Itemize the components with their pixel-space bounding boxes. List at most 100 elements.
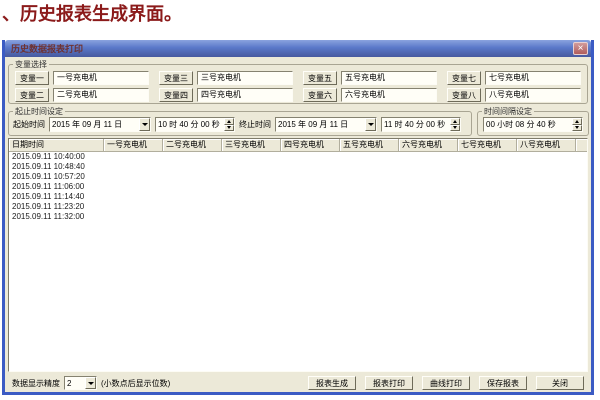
interval-spinner[interactable]: 00 小时 08 分 40 秒 <box>483 117 583 132</box>
report-table: 日期时间 一号充电机 二号充电机 三号充电机 四号充电机 五号充电机 六号充电机… <box>8 138 588 372</box>
spin-down-button[interactable] <box>572 125 582 132</box>
report-table-header: 日期时间 一号充电机 二号充电机 三号充电机 四号充电机 五号充电机 六号充电机… <box>9 139 587 152</box>
end-date-combo[interactable]: 2015 年 09 月 11 日 <box>275 117 377 132</box>
interval-updown <box>572 118 582 131</box>
header-charger-2[interactable]: 二号充电机 <box>163 139 222 151</box>
window-title: 历史数据报表打印 <box>11 42 573 55</box>
dialog-window: 历史数据报表打印 × 变量选择 变量一 一号充电机 变量二 二号充电机 变量三 … <box>2 40 594 395</box>
variable-group-label: 变量选择 <box>13 59 49 70</box>
report-table-body: 2015.09.11 10:40:00 2015.09.11 10:48:40 … <box>9 152 587 222</box>
table-row[interactable]: 2015.09.11 10:40:00 <box>9 152 587 162</box>
header-charger-8[interactable]: 八号充电机 <box>517 139 576 151</box>
spin-down-icon <box>453 126 457 129</box>
table-row[interactable]: 2015.09.11 11:14:40 <box>9 192 587 202</box>
title-bar[interactable]: 历史数据报表打印 × <box>5 40 591 57</box>
variable-pair-4: 变量四 四号充电机 <box>159 88 293 102</box>
table-row[interactable]: 2015.09.11 10:48:40 <box>9 162 587 172</box>
variable-grid: 变量一 一号充电机 变量二 二号充电机 变量三 三号充电机 变量四 四号充电机 … <box>9 70 587 105</box>
variable-5-field[interactable]: 五号充电机 <box>341 71 437 85</box>
variable-7-button[interactable]: 变量七 <box>447 71 481 85</box>
chevron-down-icon <box>88 382 94 385</box>
generate-report-button[interactable]: 报表生成 <box>308 376 356 390</box>
variable-pair-7: 变量七 七号充电机 <box>447 71 581 85</box>
precision-value: 2 <box>65 377 85 389</box>
close-dialog-button[interactable]: 关闭 <box>536 376 584 390</box>
time-range-group: 起止时间设定 起始时间 2015 年 09 月 11 日 10 时 40 分 0… <box>8 106 472 136</box>
variable-selection-group: 变量选择 变量一 一号充电机 变量二 二号充电机 变量三 三号充电机 变量四 四… <box>8 59 588 104</box>
variable-4-button[interactable]: 变量四 <box>159 88 193 102</box>
spin-down-button[interactable] <box>450 125 460 132</box>
spin-up-icon <box>227 120 231 123</box>
interval-group: 时间间隔设定 00 小时 08 分 40 秒 <box>477 106 589 136</box>
table-row[interactable]: 2015.09.11 11:23:20 <box>9 202 587 212</box>
header-charger-1[interactable]: 一号充电机 <box>104 139 163 151</box>
end-time-spinner[interactable]: 11 时 40 分 00 秒 <box>381 117 461 132</box>
spin-down-icon <box>227 126 231 129</box>
spin-down-button[interactable] <box>224 125 234 132</box>
start-date-value: 2015 年 09 月 11 日 <box>50 118 139 131</box>
start-date-dropdown-button[interactable] <box>139 118 150 131</box>
save-report-button[interactable]: 保存报表 <box>479 376 527 390</box>
start-time-spinner[interactable]: 10 时 40 分 00 秒 <box>155 117 235 132</box>
variable-4-field[interactable]: 四号充电机 <box>197 88 293 102</box>
precision-dropdown-button[interactable] <box>85 377 96 389</box>
footer-buttons: 报表生成 报表打印 曲线打印 保存报表 关闭 <box>308 376 584 390</box>
variable-6-field[interactable]: 六号充电机 <box>341 88 437 102</box>
variable-6-button[interactable]: 变量六 <box>303 88 337 102</box>
chevron-down-icon <box>142 123 148 126</box>
end-date-dropdown-button[interactable] <box>365 118 376 131</box>
variable-5-button[interactable]: 变量五 <box>303 71 337 85</box>
header-filler <box>576 139 587 151</box>
variable-3-field[interactable]: 三号充电机 <box>197 71 293 85</box>
variable-pair-2: 变量二 二号充电机 <box>15 88 149 102</box>
interval-value: 00 小时 08 分 40 秒 <box>484 118 572 131</box>
variable-2-button[interactable]: 变量二 <box>15 88 49 102</box>
page-title: 、历史报表生成界面。 <box>2 0 182 26</box>
header-charger-4[interactable]: 四号充电机 <box>281 139 340 151</box>
variable-1-button[interactable]: 变量一 <box>15 71 49 85</box>
end-date-value: 2015 年 09 月 11 日 <box>276 118 365 131</box>
start-date-combo[interactable]: 2015 年 09 月 11 日 <box>49 117 151 132</box>
print-curve-button[interactable]: 曲线打印 <box>422 376 470 390</box>
interval-row: 00 小时 08 分 40 秒 <box>478 117 588 132</box>
variable-3-button[interactable]: 变量三 <box>159 71 193 85</box>
time-range-group-label: 起止时间设定 <box>13 106 65 117</box>
start-time-value: 10 时 40 分 00 秒 <box>156 118 224 131</box>
dialog-client-area: 变量选择 变量一 一号充电机 变量二 二号充电机 变量三 三号充电机 变量四 四… <box>5 57 591 392</box>
variable-8-button[interactable]: 变量八 <box>447 88 481 102</box>
table-row[interactable]: 2015.09.11 11:06:00 <box>9 182 587 192</box>
variable-pair-6: 变量六 六号充电机 <box>303 88 437 102</box>
variable-2-field[interactable]: 二号充电机 <box>53 88 149 102</box>
header-charger-5[interactable]: 五号充电机 <box>340 139 399 151</box>
end-time-label: 终止时间 <box>239 119 271 130</box>
precision-label: 数据显示精度 <box>12 378 60 389</box>
header-charger-7[interactable]: 七号充电机 <box>458 139 517 151</box>
end-time-value: 11 时 40 分 00 秒 <box>382 118 450 131</box>
chevron-down-icon <box>368 123 374 126</box>
time-range-row: 起始时间 2015 年 09 月 11 日 10 时 40 分 00 秒 终止时… <box>9 117 471 132</box>
spin-down-icon <box>575 126 579 129</box>
start-time-label: 起始时间 <box>13 119 45 130</box>
table-row[interactable]: 2015.09.11 10:57:20 <box>9 172 587 182</box>
header-charger-3[interactable]: 三号充电机 <box>222 139 281 151</box>
header-charger-6[interactable]: 六号充电机 <box>399 139 458 151</box>
variable-pair-5: 变量五 五号充电机 <box>303 71 437 85</box>
print-report-button[interactable]: 报表打印 <box>365 376 413 390</box>
variable-1-field[interactable]: 一号充电机 <box>53 71 149 85</box>
precision-hint: (小数点后显示位数) <box>101 378 170 389</box>
variable-pair-1: 变量一 一号充电机 <box>15 71 149 85</box>
variable-pair-8: 变量八 八号充电机 <box>447 88 581 102</box>
end-time-updown <box>450 118 460 131</box>
close-button[interactable]: × <box>573 42 588 55</box>
table-row[interactable]: 2015.09.11 11:32:00 <box>9 212 587 222</box>
start-time-updown <box>224 118 234 131</box>
interval-group-label: 时间间隔设定 <box>482 106 534 117</box>
spin-up-icon <box>453 120 457 123</box>
header-datetime[interactable]: 日期时间 <box>9 139 104 151</box>
variable-7-field[interactable]: 七号充电机 <box>485 71 581 85</box>
variable-8-field[interactable]: 八号充电机 <box>485 88 581 102</box>
variable-pair-3: 变量三 三号充电机 <box>159 71 293 85</box>
precision-combo[interactable]: 2 <box>64 376 97 390</box>
spin-up-icon <box>575 120 579 123</box>
footer-bar: 数据显示精度 2 (小数点后显示位数) 报表生成 报表打印 曲线打印 保存报表 … <box>5 375 591 391</box>
